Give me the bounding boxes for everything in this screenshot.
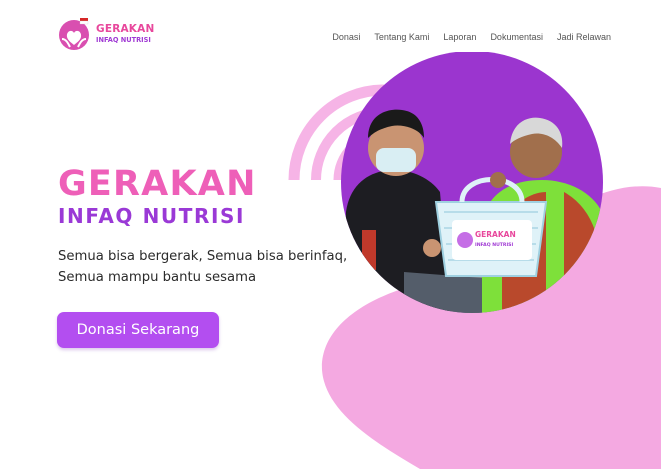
hero-photo: GERAKAN INFAQ NUTRISI: [341, 52, 603, 313]
basket-label-line1: GERAKAN: [475, 230, 516, 239]
hero-title: GERAKAN: [58, 164, 257, 204]
brand-logo[interactable]: GERAKAN INFAQ NUTRISI: [58, 17, 154, 51]
logo-name-line2: INFAQ NUTRISI: [96, 35, 151, 44]
nav-item-laporan[interactable]: Laporan: [443, 32, 476, 42]
hero-description: Semua bisa bergerak, Semua bisa berinfaq…: [58, 249, 348, 285]
donate-now-button[interactable]: Donasi Sekarang: [57, 312, 219, 348]
hero-subtitle: INFAQ NUTRISI: [58, 204, 246, 228]
nav-item-donasi[interactable]: Donasi: [332, 32, 360, 42]
basket-label-line2: INFAQ NUTRISI: [475, 242, 513, 248]
landing-page: GERAKAN INFAQ NUTRISI GERAKAN INFAQ NUTR…: [0, 0, 661, 469]
nav-item-jadi-relawan[interactable]: Jadi Relawan: [557, 32, 611, 42]
logo-name-line1: GERAKAN: [96, 23, 155, 36]
nav-item-dokumentasi[interactable]: Dokumentasi: [490, 32, 543, 42]
main-nav: Donasi Tentang Kami Laporan Dokumentasi …: [332, 32, 611, 42]
hands-heart-logo-icon: [59, 18, 89, 50]
nav-item-tentang-kami[interactable]: Tentang Kami: [374, 32, 429, 42]
